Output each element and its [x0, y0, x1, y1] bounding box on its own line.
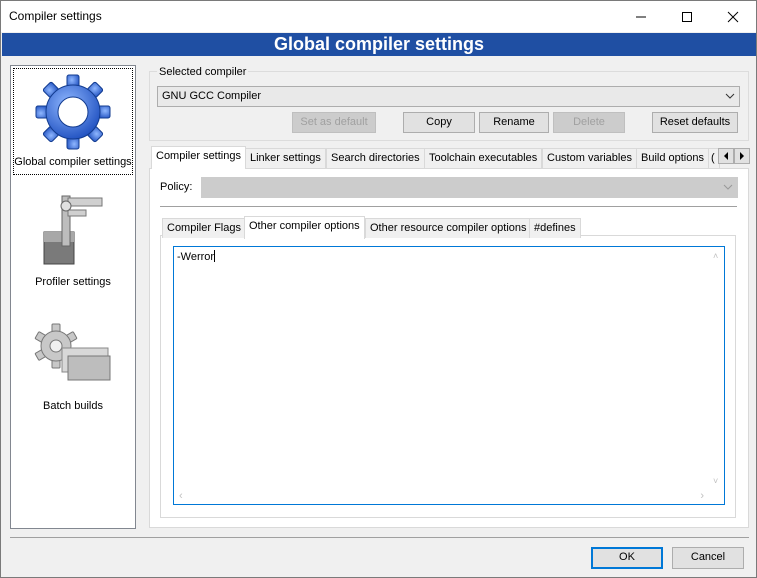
horizontal-scrollbar[interactable]: ‹ ›: [174, 488, 709, 504]
minimize-button[interactable]: [618, 1, 664, 32]
tab-scroller: [718, 148, 750, 164]
close-icon: [727, 11, 739, 22]
tab-scroll-right-button[interactable]: [734, 148, 750, 164]
reset-defaults-button[interactable]: Reset defaults: [652, 112, 738, 133]
tab-compiler-flags[interactable]: Compiler Flags: [162, 218, 246, 238]
sidebar-item-label: Global compiler settings: [14, 156, 132, 168]
sub-tabs: Compiler Flags Other compiler options Ot…: [160, 216, 736, 239]
title-bar: Compiler settings: [1, 1, 756, 32]
window-title: Compiler settings: [9, 9, 102, 23]
sidebar-item-profiler-settings[interactable]: Profiler settings: [11, 186, 135, 296]
text-caret: [214, 250, 216, 262]
sidebar-item-global-compiler-settings[interactable]: Global compiler settings: [11, 70, 135, 174]
gear-icon: [35, 74, 111, 150]
policy-label: Policy:: [160, 181, 193, 193]
footer-divider: [10, 537, 749, 538]
delete-button[interactable]: Delete: [553, 112, 625, 133]
tab-custom-variables[interactable]: Custom variables: [542, 148, 637, 168]
policy-select[interactable]: [201, 177, 738, 198]
selected-compiler-label: Selected compiler: [157, 66, 249, 78]
tab-scroll-left-button[interactable]: [718, 148, 734, 164]
vertical-scrollbar[interactable]: ˄ ˅: [709, 247, 724, 488]
maximize-icon: [682, 11, 692, 22]
batch-gear-icon: [34, 323, 111, 381]
ok-button[interactable]: OK: [591, 547, 663, 569]
chevron-right-icon: ›: [700, 490, 704, 502]
chevron-down-icon: ˅: [713, 476, 719, 486]
tab-toolchain-executables[interactable]: Toolchain executables: [424, 148, 543, 168]
main-tabs: Compiler settings Linker settings Search…: [149, 146, 749, 169]
sidebar-item-batch-builds[interactable]: Batch builds: [11, 322, 135, 422]
tab-build-options[interactable]: Build options: [636, 148, 709, 168]
compiler-select-value: GNU GCC Compiler: [162, 90, 262, 102]
tab-search-directories[interactable]: Search directories: [326, 148, 425, 168]
minimize-icon: [636, 16, 646, 17]
editor-text: -Werror: [177, 250, 216, 263]
editor-content: -Werror: [177, 251, 215, 263]
close-button[interactable]: [710, 1, 756, 32]
divider: [160, 206, 737, 207]
tab-defines[interactable]: #defines: [529, 218, 581, 238]
tab-other-resource-compiler-options[interactable]: Other resource compiler options: [365, 218, 532, 238]
chevron-left-icon: ‹: [179, 490, 183, 502]
sidebar-item-label: Profiler settings: [35, 276, 111, 288]
triangle-right-icon: [740, 152, 744, 160]
settings-category-list: Global compiler settings Profiler settin…: [10, 65, 136, 529]
triangle-left-icon: [724, 152, 728, 160]
tab-linker-settings[interactable]: Linker settings: [245, 148, 326, 168]
tab-compiler-settings[interactable]: Compiler settings: [151, 146, 246, 169]
copy-button[interactable]: Copy: [403, 112, 475, 133]
compiler-settings-dialog: Compiler settings Global compiler settin…: [0, 0, 757, 578]
page-banner: Global compiler settings: [2, 33, 756, 56]
compiler-select[interactable]: GNU GCC Compiler: [157, 86, 740, 107]
maximize-button[interactable]: [664, 1, 710, 32]
chevron-up-icon: ˄: [713, 251, 719, 261]
tab-other-compiler-options[interactable]: Other compiler options: [244, 216, 365, 239]
set-as-default-button[interactable]: Set as default: [292, 112, 376, 133]
caliper-icon: [43, 195, 103, 265]
rename-button[interactable]: Rename: [479, 112, 549, 133]
other-options-editor[interactable]: -Werror ˄ ˅ ‹ ›: [173, 246, 725, 505]
sidebar-item-label: Batch builds: [43, 400, 103, 412]
chevron-down-icon: [725, 87, 735, 113]
chevron-down-icon: [723, 180, 733, 197]
cancel-button[interactable]: Cancel: [672, 547, 744, 569]
scrollbar-corner: [708, 488, 724, 504]
